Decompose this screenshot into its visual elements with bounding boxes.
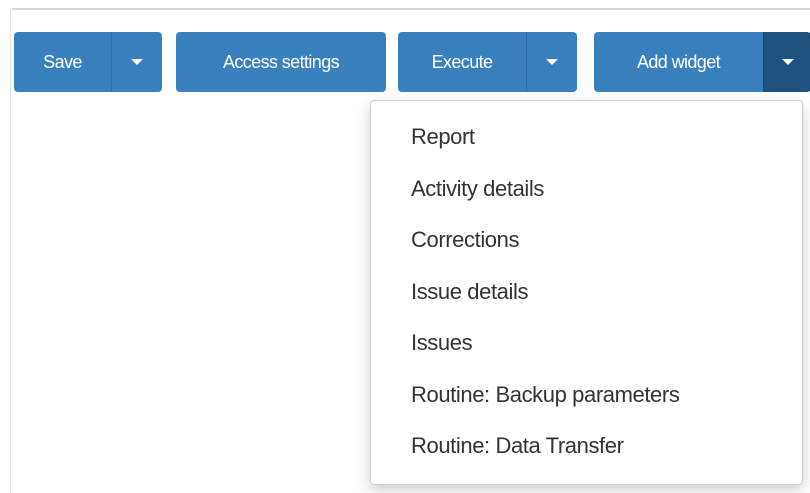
- add-widget-button-group: Add widget: [594, 32, 810, 92]
- access-settings-button[interactable]: Access settings: [176, 32, 386, 92]
- execute-options-toggle[interactable]: [526, 32, 577, 92]
- save-button[interactable]: Save: [14, 32, 111, 92]
- caret-down-icon: [131, 59, 143, 65]
- top-divider: [12, 8, 810, 10]
- menu-item-issue-details[interactable]: Issue details: [371, 266, 802, 318]
- menu-item-report[interactable]: Report: [371, 111, 802, 163]
- page: Save Access settings Execute Add widget …: [0, 0, 810, 493]
- add-widget-menu-list: Report Activity details Corrections Issu…: [371, 101, 802, 472]
- save-options-toggle[interactable]: [111, 32, 162, 92]
- menu-item-routine-backup-parameters[interactable]: Routine: Backup parameters: [371, 369, 802, 421]
- execute-button[interactable]: Execute: [398, 32, 526, 92]
- menu-item-routine-data-transfer[interactable]: Routine: Data Transfer: [371, 420, 802, 472]
- caret-down-icon: [546, 59, 558, 65]
- caret-down-icon: [781, 59, 794, 65]
- left-divider: [10, 8, 11, 493]
- add-widget-dropdown-toggle[interactable]: [763, 32, 810, 92]
- save-button-group: Save: [14, 32, 162, 92]
- execute-button-group: Execute: [398, 32, 577, 92]
- menu-item-corrections[interactable]: Corrections: [371, 214, 802, 266]
- access-settings-group: Access settings: [176, 32, 386, 92]
- menu-item-issues[interactable]: Issues: [371, 317, 802, 369]
- menu-item-activity-details[interactable]: Activity details: [371, 163, 802, 215]
- add-widget-button[interactable]: Add widget: [594, 32, 763, 92]
- add-widget-menu: Report Activity details Corrections Issu…: [370, 100, 803, 485]
